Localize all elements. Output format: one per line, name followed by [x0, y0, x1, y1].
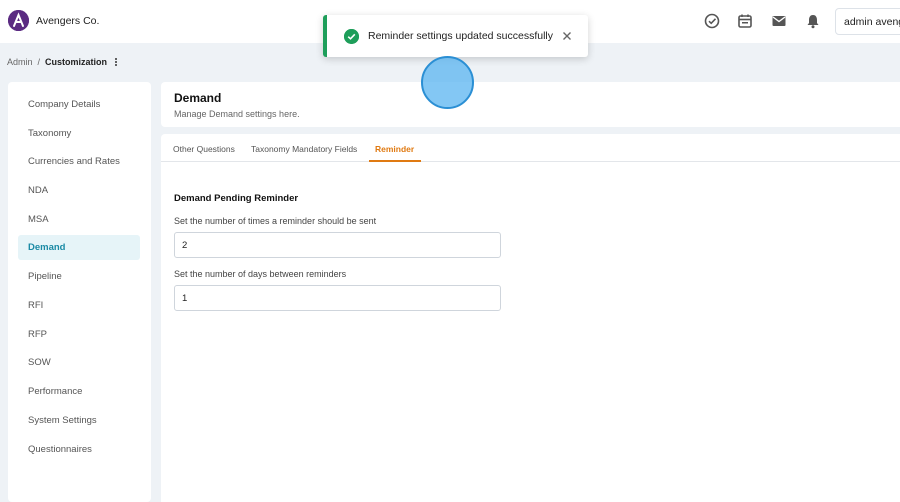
sidebar-item-system-settings[interactable]: System Settings: [18, 408, 140, 433]
sidebar-item-sow[interactable]: SOW: [18, 350, 140, 375]
reminder-times-label: Set the number of times a reminder shoul…: [174, 216, 377, 226]
brand-logo-icon[interactable]: [8, 10, 29, 31]
page-subtitle: Manage Demand settings here.: [174, 109, 300, 119]
section-title: Demand Pending Reminder: [174, 193, 299, 204]
settings-content: Other Questions Taxonomy Mandatory Field…: [161, 134, 900, 502]
sidebar-item-currencies-and-rates[interactable]: Currencies and Rates: [18, 149, 140, 174]
close-icon[interactable]: [560, 29, 574, 43]
toast-message: Reminder settings updated successfully: [368, 30, 554, 42]
sidebar-item-performance[interactable]: Performance: [18, 379, 140, 404]
check-circle-icon[interactable]: [703, 12, 721, 30]
breadcrumb-separator: /: [37, 57, 41, 67]
reminder-days-input[interactable]: [174, 285, 501, 311]
sidebar-item-questionnaires[interactable]: Questionnaires: [18, 437, 140, 462]
sidebar-item-rfp[interactable]: RFP: [18, 322, 140, 347]
sidebar-item-nda[interactable]: NDA: [18, 178, 140, 203]
settings-sidebar: Company Details Taxonomy Currencies and …: [8, 82, 151, 502]
tab-other-questions[interactable]: Other Questions: [173, 144, 235, 154]
more-options-icon[interactable]: [112, 57, 120, 67]
brand-name: Avengers Co.: [36, 15, 100, 27]
success-check-icon: [344, 29, 359, 44]
tab-bar: Other Questions Taxonomy Mandatory Field…: [161, 134, 900, 162]
tab-taxonomy-mandatory-fields[interactable]: Taxonomy Mandatory Fields: [251, 144, 357, 154]
calendar-icon[interactable]: [736, 12, 754, 30]
sidebar-item-rfi[interactable]: RFI: [18, 293, 140, 318]
breadcrumb-root[interactable]: Admin: [7, 57, 33, 67]
sidebar-item-taxonomy[interactable]: Taxonomy: [18, 121, 140, 146]
bell-icon[interactable]: [804, 12, 822, 30]
sidebar-item-msa[interactable]: MSA: [18, 207, 140, 232]
success-toast: Reminder settings updated successfully: [323, 15, 588, 57]
breadcrumb-current: Customization: [45, 57, 108, 67]
breadcrumb: Admin / Customization: [7, 57, 120, 67]
reminder-times-input[interactable]: [174, 232, 501, 258]
page-title: Demand: [174, 91, 222, 105]
panel-header: Demand Manage Demand settings here.: [161, 82, 900, 127]
sidebar-item-pipeline[interactable]: Pipeline: [18, 264, 140, 289]
sidebar-item-company-details[interactable]: Company Details: [18, 92, 140, 117]
tab-reminder[interactable]: Reminder: [375, 144, 414, 154]
active-tab-indicator: [369, 160, 421, 162]
sidebar-item-demand[interactable]: Demand: [18, 235, 140, 260]
user-name: admin avengers: [844, 16, 900, 28]
user-menu[interactable]: admin avengers: [835, 8, 900, 35]
click-indicator: [421, 56, 474, 109]
mail-icon[interactable]: [770, 12, 788, 30]
reminder-days-label: Set the number of days between reminders: [174, 269, 347, 279]
